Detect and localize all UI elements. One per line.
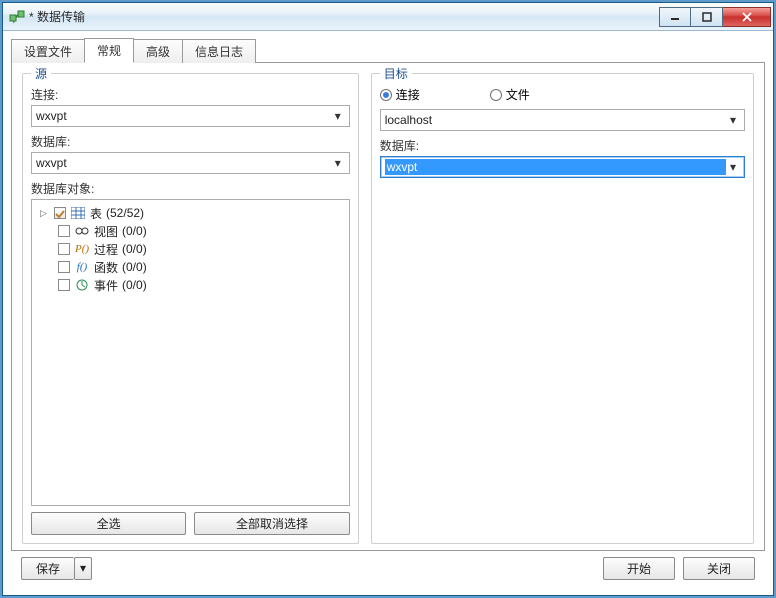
source-database-value: wxvpt — [36, 156, 331, 170]
target-mode-radios: 连接 文件 — [380, 86, 745, 103]
chevron-down-icon: ▾ — [726, 160, 740, 174]
target-database-combo[interactable]: wxvpt ▾ — [380, 156, 745, 178]
close-button[interactable] — [723, 7, 771, 27]
tree-item-label: 过程 — [94, 241, 118, 258]
target-database-value: wxvpt — [385, 159, 726, 175]
function-icon: f() — [74, 260, 90, 274]
tree-item-count: (0/0) — [122, 242, 147, 256]
tabbar: 设置文件 常规 高级 信息日志 — [11, 40, 765, 62]
tab-settings-file[interactable]: 设置文件 — [11, 39, 85, 63]
radio-dot-icon — [490, 89, 502, 101]
target-connection-value: localhost — [385, 113, 726, 127]
save-split-button: 保存 ▾ — [21, 557, 92, 580]
source-database-label: 数据库: — [31, 133, 350, 150]
tree-item-procedures[interactable]: P() 过程 (0/0) — [36, 240, 345, 258]
deselect-all-button[interactable]: 全部取消选择 — [194, 512, 349, 535]
tab-page-general: 源 连接: wxvpt ▾ 数据库: wxvpt ▾ 数据库对象: ▷ — [11, 62, 765, 551]
checkbox[interactable] — [58, 279, 70, 291]
window-title: * 数据传输 — [29, 8, 659, 25]
view-icon — [74, 224, 90, 238]
source-connection-combo[interactable]: wxvpt ▾ — [31, 105, 350, 127]
table-icon — [70, 206, 86, 220]
close-dialog-button[interactable]: 关闭 — [683, 557, 755, 580]
maximize-button[interactable] — [691, 7, 723, 27]
target-connection-combo[interactable]: localhost ▾ — [380, 109, 745, 131]
client-area: 设置文件 常规 高级 信息日志 源 连接: wxvpt ▾ 数据库: wxvpt… — [3, 31, 773, 595]
tab-general[interactable]: 常规 — [84, 38, 134, 63]
save-dropdown-button[interactable]: ▾ — [74, 557, 92, 580]
chevron-down-icon: ▾ — [331, 109, 345, 123]
tree-item-label: 视图 — [94, 223, 118, 240]
target-group: 目标 连接 文件 localhost ▾ 数据库: — [371, 73, 754, 544]
target-legend: 目标 — [380, 65, 412, 82]
tree-item-views[interactable]: 视图 (0/0) — [36, 222, 345, 240]
source-objects-label: 数据库对象: — [31, 180, 350, 197]
tab-advanced[interactable]: 高级 — [133, 39, 183, 63]
select-all-button[interactable]: 全选 — [31, 512, 186, 535]
source-database-combo[interactable]: wxvpt ▾ — [31, 152, 350, 174]
tree-item-events[interactable]: 事件 (0/0) — [36, 276, 345, 294]
tab-log[interactable]: 信息日志 — [182, 39, 256, 63]
checkbox[interactable] — [58, 225, 70, 237]
tree-item-functions[interactable]: f() 函数 (0/0) — [36, 258, 345, 276]
window-frame: * 数据传输 设置文件 常规 高级 信息日志 源 连接: wxvpt ▾ 数据库… — [2, 2, 774, 596]
radio-dot-icon — [380, 89, 392, 101]
source-group: 源 连接: wxvpt ▾ 数据库: wxvpt ▾ 数据库对象: ▷ — [22, 73, 359, 544]
source-connection-value: wxvpt — [36, 109, 331, 123]
tree-item-count: (0/0) — [122, 260, 147, 274]
checkbox[interactable] — [58, 243, 70, 255]
radio-file[interactable]: 文件 — [490, 86, 530, 103]
titlebar: * 数据传输 — [3, 3, 773, 31]
tree-item-label: 表 — [90, 205, 102, 222]
start-button[interactable]: 开始 — [603, 557, 675, 580]
checkbox[interactable] — [54, 207, 66, 219]
tree-item-tables[interactable]: ▷ 表 (52/52) — [36, 204, 345, 222]
checkbox[interactable] — [58, 261, 70, 273]
radio-connection-label: 连接 — [396, 86, 420, 103]
chevron-down-icon: ▾ — [331, 156, 345, 170]
source-connection-label: 连接: — [31, 86, 350, 103]
app-icon — [9, 9, 25, 25]
minimize-button[interactable] — [659, 7, 691, 27]
tree-item-count: (0/0) — [122, 278, 147, 292]
radio-file-label: 文件 — [506, 86, 530, 103]
chevron-down-icon: ▾ — [80, 561, 86, 575]
footer: 保存 ▾ 开始 关闭 — [11, 551, 765, 587]
chevron-down-icon: ▾ — [726, 113, 740, 127]
save-button[interactable]: 保存 — [21, 557, 74, 580]
event-icon — [74, 278, 90, 292]
expander-icon[interactable]: ▷ — [40, 208, 50, 219]
source-objects-tree[interactable]: ▷ 表 (52/52) 视图 (0/0) — [31, 199, 350, 506]
source-legend: 源 — [31, 65, 51, 82]
radio-connection[interactable]: 连接 — [380, 86, 420, 103]
tree-item-label: 函数 — [94, 259, 118, 276]
tree-item-count: (52/52) — [106, 206, 144, 220]
tree-item-label: 事件 — [94, 277, 118, 294]
procedure-icon: P() — [74, 242, 90, 256]
target-database-label: 数据库: — [380, 137, 745, 154]
tree-item-count: (0/0) — [122, 224, 147, 238]
window-controls — [659, 7, 771, 27]
source-buttons: 全选 全部取消选择 — [31, 512, 350, 535]
